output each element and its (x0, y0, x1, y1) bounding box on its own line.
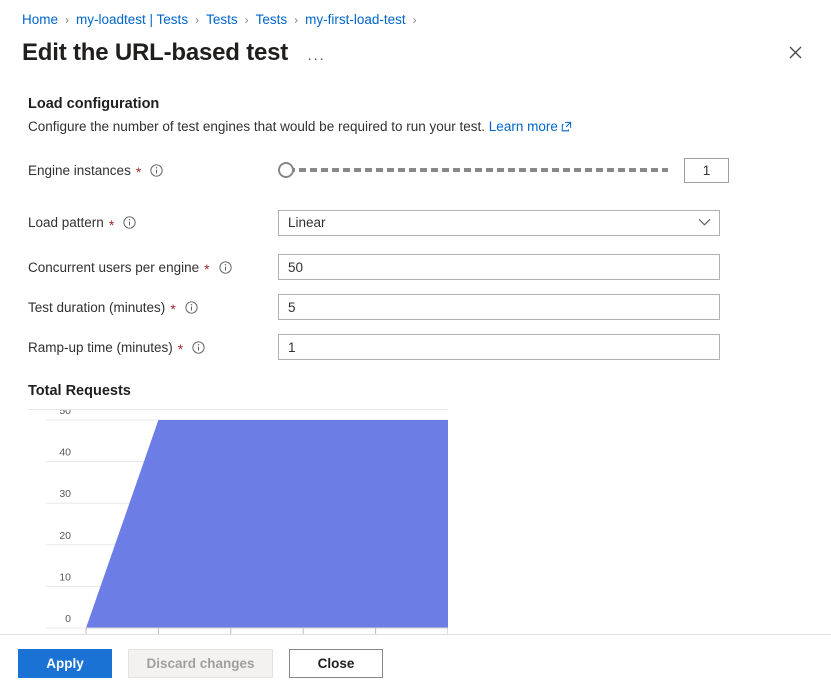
load-pattern-label-group: Load pattern * (28, 215, 278, 233)
form-row-engine-instances: Engine instances * (28, 142, 831, 198)
slider-thumb[interactable] (278, 162, 294, 178)
apply-button[interactable]: Apply (18, 648, 112, 678)
learn-more-link[interactable]: Learn more (489, 119, 572, 134)
chart-title: Total Requests (28, 383, 131, 399)
info-icon[interactable] (150, 163, 163, 177)
engine-instances-value-input[interactable] (684, 157, 729, 183)
chart-area: 0 10 20 30 40 50 (28, 409, 448, 647)
info-icon[interactable] (218, 260, 232, 274)
ramp-up-time-label-group: Ramp-up time (minutes) * (28, 339, 278, 357)
section-description: Configure the number of test engines tha… (28, 119, 831, 134)
concurrent-users-label: Concurrent users per engine (28, 259, 200, 275)
form-row-load-pattern: Load pattern * (28, 198, 831, 247)
test-duration-label: Test duration (minutes) (28, 299, 166, 315)
breadcrumb-separator: › (294, 12, 299, 27)
load-pattern-select-wrap (278, 209, 720, 236)
slider-track (288, 168, 668, 172)
concurrent-users-label-group: Concurrent users per engine * (28, 259, 278, 277)
more-options-button[interactable]: ··· (302, 49, 330, 68)
svg-text:20: 20 (59, 530, 71, 542)
required-asterisk: * (135, 164, 142, 180)
breadcrumb-item-home[interactable]: Home (22, 12, 58, 27)
info-icon[interactable] (123, 216, 136, 229)
section-description-text: Configure the number of test engines tha… (28, 119, 486, 134)
breadcrumb-item-tests-2[interactable]: Tests (256, 12, 288, 27)
section-title: Load configuration (28, 96, 160, 112)
load-configuration-form: Engine instances * Load pattern * (0, 134, 831, 367)
external-link-icon (561, 121, 571, 132)
close-button[interactable]: Close (289, 648, 383, 678)
page-title: Edit the URL-based test (22, 39, 289, 66)
load-pattern-select[interactable] (278, 209, 720, 236)
breadcrumb-item-my-first-load-test[interactable]: my-first-load-test (305, 12, 406, 27)
svg-text:40: 40 (59, 447, 71, 459)
form-row-ramp-up-time: Ramp-up time (minutes) * (28, 327, 831, 367)
required-asterisk: * (177, 341, 184, 357)
form-row-test-duration: Test duration (minutes) * (28, 287, 831, 327)
required-asterisk: * (108, 216, 115, 233)
svg-text:0: 0 (65, 613, 71, 625)
engine-instances-slider[interactable] (278, 160, 668, 180)
info-icon[interactable] (192, 340, 205, 354)
svg-text:30: 30 (59, 488, 71, 500)
engine-instances-control (278, 157, 831, 183)
dialog-footer: Apply Discard changes Close (0, 634, 831, 691)
engine-instances-label: Engine instances (28, 162, 131, 178)
load-configuration-section: Load configuration Configure the number … (0, 74, 831, 134)
form-row-concurrent-users: Concurrent users per engine * (28, 247, 831, 287)
load-pattern-label: Load pattern (28, 215, 104, 230)
svg-text:10: 10 (59, 571, 71, 583)
ramp-up-time-input[interactable] (278, 334, 720, 360)
required-asterisk: * (170, 301, 176, 317)
title-row: Edit the URL-based test ··· (0, 30, 831, 74)
breadcrumb: Home › my-loadtest | Tests › Tests › Tes… (0, 0, 831, 30)
engine-instances-label-group: Engine instances * (28, 162, 278, 180)
breadcrumb-separator: › (244, 12, 249, 27)
concurrent-users-input[interactable] (278, 254, 720, 280)
learn-more-label: Learn more (488, 119, 558, 134)
breadcrumb-item-my-loadtest-tests[interactable]: my-loadtest | Tests (76, 12, 188, 27)
info-icon[interactable] (185, 300, 198, 314)
total-requests-chart-block: Total Requests 0 10 20 30 40 50 (0, 367, 831, 647)
close-icon[interactable] (781, 38, 809, 66)
test-duration-label-group: Test duration (minutes) * (28, 299, 278, 317)
breadcrumb-separator: › (195, 12, 200, 27)
test-duration-input[interactable] (278, 294, 720, 320)
required-asterisk: * (204, 261, 210, 277)
breadcrumb-separator: › (65, 12, 70, 27)
discard-changes-button[interactable]: Discard changes (128, 648, 273, 678)
svg-text:50: 50 (59, 410, 71, 417)
ramp-up-time-label: Ramp-up time (minutes) (28, 339, 173, 355)
breadcrumb-item-tests[interactable]: Tests (206, 12, 238, 27)
total-requests-area-chart: 0 10 20 30 40 50 (46, 410, 448, 634)
breadcrumb-separator: › (412, 12, 417, 27)
